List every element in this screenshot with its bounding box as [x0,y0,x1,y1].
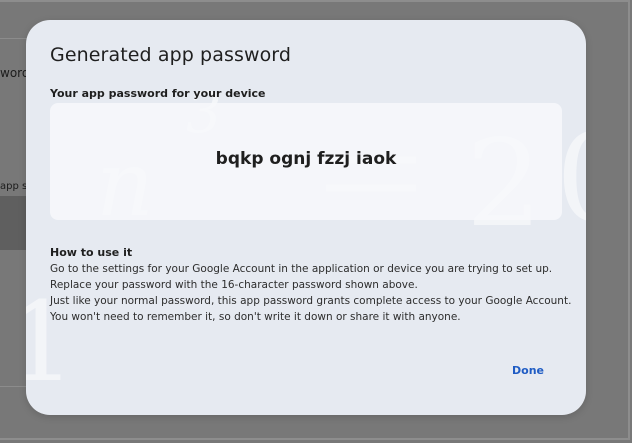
how-to-line: You won't need to remember it, so don't … [50,311,461,323]
dialog-title: Generated app password [50,44,292,66]
generated-password[interactable]: bqkp ognj fzzj iaok [50,149,562,169]
done-button[interactable]: Done [512,364,544,377]
password-label: Your app password for your device [50,87,266,100]
password-box: bqkp ognj fzzj iaok [50,103,562,220]
how-to-line: Go to the settings for your Google Accou… [50,263,553,275]
how-to-line: Just like your normal password, this app… [50,295,572,307]
how-to-heading: How to use it [50,246,133,259]
how-to-line: Replace your password with the 16-charac… [50,279,418,291]
app-password-dialog: n 3 2 0 1 Generated app password Your ap… [26,20,586,415]
